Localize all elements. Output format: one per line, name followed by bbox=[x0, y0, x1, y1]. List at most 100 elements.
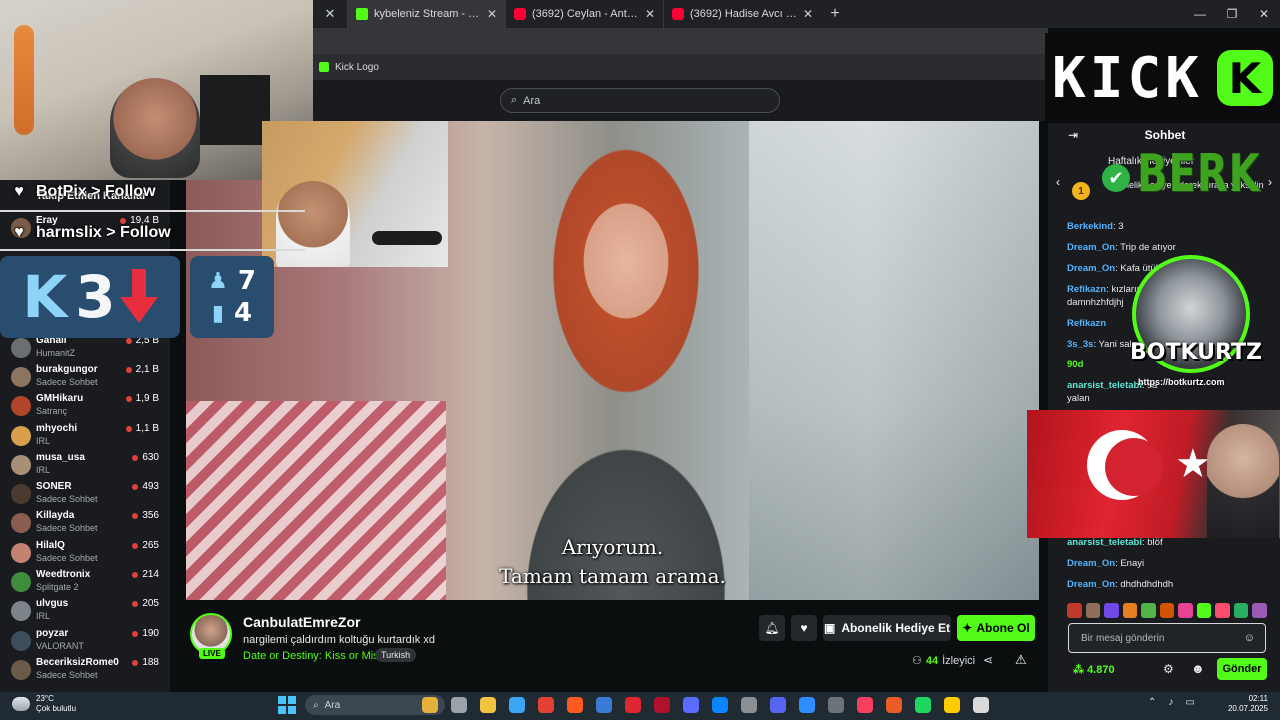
stream-tag[interactable]: Turkish bbox=[375, 648, 417, 662]
taskbar-app-icon[interactable] bbox=[857, 697, 873, 713]
sidebar-channel[interactable]: musa_usa IRL 630 bbox=[8, 450, 163, 479]
bookmark-kick-logo[interactable]: Kick Logo bbox=[335, 62, 379, 73]
heart-icon: ♥ bbox=[14, 224, 24, 241]
temperature: 23°C bbox=[36, 694, 54, 703]
chat-header: Sohbet bbox=[1144, 128, 1186, 142]
close-tab-icon[interactable]: ✕ bbox=[313, 6, 347, 22]
network-icon[interactable]: ▭ bbox=[1185, 697, 1194, 708]
taskbar-app-icon[interactable] bbox=[654, 697, 670, 713]
taskbar-app-icon[interactable] bbox=[567, 697, 583, 713]
emote-icon[interactable] bbox=[1196, 603, 1212, 618]
channel-viewers: 205 bbox=[132, 598, 159, 609]
taskbar-app-icon[interactable] bbox=[741, 697, 757, 713]
stream-category[interactable]: Date or Destiny: Kiss or Miss bbox=[243, 650, 384, 662]
taskbar-app-icon[interactable] bbox=[712, 697, 728, 713]
streamer-name[interactable]: CanbulatEmreZor bbox=[243, 614, 360, 630]
taskbar-app-icon[interactable] bbox=[886, 697, 902, 713]
webcam-overlay-secondary bbox=[262, 121, 448, 267]
channel-name: musa_usa bbox=[36, 452, 85, 463]
emote-icon[interactable] bbox=[1122, 603, 1138, 618]
emote-icon[interactable] bbox=[1178, 603, 1193, 618]
chat-username[interactable]: anarsist_teletabi bbox=[1067, 380, 1142, 391]
close-tab-icon[interactable]: ✕ bbox=[803, 7, 813, 21]
minimize-icon[interactable]: — bbox=[1184, 7, 1216, 21]
chat-username[interactable]: Refikazn bbox=[1067, 318, 1106, 329]
sidebar-channel[interactable]: ulvgus IRL 205 bbox=[8, 596, 163, 625]
chevron-left-icon[interactable]: ‹ bbox=[1056, 175, 1060, 189]
emoji-icon[interactable]: ☺ bbox=[1244, 632, 1255, 644]
sidebar-channel[interactable]: SONER Sadece Sohbet 493 bbox=[8, 479, 163, 508]
chat-username[interactable]: 3s_3s bbox=[1067, 339, 1093, 350]
taskbar-app-icon[interactable] bbox=[828, 697, 844, 713]
emote-icon[interactable] bbox=[1085, 603, 1101, 618]
windows-start-icon[interactable] bbox=[278, 696, 296, 714]
chevron-right-icon[interactable]: › bbox=[1268, 175, 1272, 189]
taskbar-app-icon[interactable] bbox=[799, 697, 815, 713]
taskbar-app-icon[interactable] bbox=[683, 697, 699, 713]
chat-username[interactable]: Dream_On bbox=[1067, 558, 1115, 569]
taskbar-app-icon[interactable] bbox=[451, 697, 467, 713]
send-message-button[interactable]: Gönder bbox=[1217, 658, 1267, 680]
chat-text: 90d bbox=[1067, 359, 1084, 370]
settings-gear-icon[interactable]: ⚙ bbox=[1163, 662, 1174, 676]
channel-points[interactable]: ⁂ 4.870 bbox=[1073, 663, 1115, 676]
close-window-icon[interactable]: ✕ bbox=[1248, 7, 1280, 21]
sidebar-channel[interactable]: burakgungor Sadece Sohbet 2,1 B bbox=[8, 362, 163, 391]
chat-username[interactable]: Berkekind bbox=[1067, 221, 1113, 232]
weather-widget[interactable]: 23°C Çok bulutlu bbox=[12, 694, 76, 714]
chat-username[interactable]: Dream_On bbox=[1067, 579, 1115, 590]
taskbar-app-icon[interactable] bbox=[944, 697, 960, 713]
browser-tab[interactable]: (3692) Ceylan - Antebin Haman ✕ bbox=[505, 0, 663, 28]
close-tab-icon[interactable]: ✕ bbox=[487, 7, 497, 21]
emote-icon[interactable] bbox=[1215, 603, 1230, 618]
browser-tab[interactable]: (3692) Hadise Avcı - Seni Veren ✕ bbox=[663, 0, 821, 28]
taskbar-app-icon[interactable] bbox=[770, 697, 786, 713]
taskbar-app-icon[interactable] bbox=[596, 697, 612, 713]
browser-tab[interactable]: kybeleniz Stream - Watch Live ✕ bbox=[347, 0, 505, 28]
emote-icon[interactable] bbox=[1159, 603, 1175, 618]
emote-icon[interactable] bbox=[1104, 603, 1119, 618]
chat-username[interactable]: Refikazn bbox=[1067, 284, 1106, 295]
sidebar-channel[interactable]: Weedtronix Splitgate 2 214 bbox=[8, 567, 163, 596]
taskbar-app-icon[interactable] bbox=[422, 697, 438, 713]
address-bar[interactable] bbox=[313, 28, 1048, 54]
close-tab-icon[interactable]: ✕ bbox=[645, 7, 655, 21]
chat-username[interactable]: Dream_On bbox=[1067, 242, 1115, 253]
channel-category: Sadece Sohbet bbox=[36, 523, 98, 533]
taskbar-app-icon[interactable] bbox=[480, 697, 496, 713]
taskbar-app-icon[interactable] bbox=[509, 697, 525, 713]
gift-subscription-button[interactable]: ▣ Abonelik Hediye Et bbox=[823, 615, 951, 641]
taskbar-app-icon[interactable] bbox=[915, 697, 931, 713]
sidebar-channel[interactable]: HilalQ Sadece Sohbet 265 bbox=[8, 538, 163, 567]
chat-username[interactable]: anarsist_teletabi bbox=[1067, 537, 1142, 548]
emote-icon[interactable] bbox=[1252, 603, 1268, 618]
sidebar-channel[interactable]: BeceriksizRome0 Sadece Sohbet 188 bbox=[8, 655, 163, 684]
new-tab-button[interactable]: + bbox=[821, 5, 849, 23]
emote-icon[interactable] bbox=[1067, 603, 1082, 618]
chat-username[interactable]: Dream_On bbox=[1067, 263, 1115, 274]
subscribe-button[interactable]: ✦ Abone Ol bbox=[957, 615, 1035, 641]
notification-bell-button[interactable]: 🔔︎ bbox=[759, 615, 785, 641]
follow-heart-button[interactable]: ♥ bbox=[791, 615, 817, 641]
search-input[interactable]: ⌕ Ara bbox=[500, 88, 780, 113]
channel-category: IRL bbox=[36, 436, 51, 446]
chevron-up-icon[interactable]: ⌃ bbox=[1148, 697, 1156, 708]
chat-message-input[interactable]: Bir mesaj gönderin ☺ bbox=[1068, 623, 1266, 653]
taskbar-app-icon[interactable] bbox=[973, 697, 989, 713]
sidebar-channel[interactable]: Killayda Sadece Sohbet 356 bbox=[8, 508, 163, 537]
sidebar-channel[interactable]: GMHikaru Satranç 1,9 B bbox=[8, 391, 163, 420]
channel-viewers: 214 bbox=[132, 569, 159, 580]
subtitle-line: Arıyorum. bbox=[561, 535, 664, 559]
share-icon[interactable]: ⋖ bbox=[983, 653, 993, 667]
emote-picker-icon[interactable]: ☻ bbox=[1191, 661, 1205, 676]
sidebar-channel[interactable]: mhyochi IRL 1,1 B bbox=[8, 421, 163, 450]
system-clock[interactable]: 02:11 20.07.2025 bbox=[1222, 694, 1268, 714]
taskbar-app-icon[interactable] bbox=[538, 697, 554, 713]
emote-icon[interactable] bbox=[1233, 603, 1249, 618]
report-icon[interactable]: ⚠ bbox=[1015, 652, 1027, 668]
taskbar-app-icon[interactable] bbox=[625, 697, 641, 713]
restore-icon[interactable]: ❐ bbox=[1216, 7, 1248, 21]
microphone-icon[interactable]: ♪ bbox=[1168, 697, 1173, 708]
sidebar-channel[interactable]: poyzar VALORANT 190 bbox=[8, 626, 163, 655]
emote-icon[interactable] bbox=[1141, 603, 1156, 618]
